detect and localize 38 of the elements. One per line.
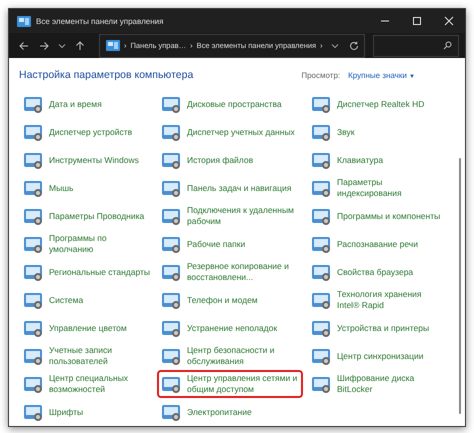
control-panel-item[interactable]: Параметры Проводника (19, 202, 153, 230)
control-panel-item[interactable]: Телефон и модем (157, 286, 303, 314)
control-panel-item[interactable]: Рабочие папки (157, 230, 303, 258)
control-panel-item[interactable]: Мышь (19, 174, 153, 202)
control-panel-item[interactable]: Диспетчер Realtek HD (307, 90, 447, 118)
window-title: Все элементы панели управления (36, 16, 164, 26)
control-panel-item[interactable]: Программы и компоненты (307, 202, 447, 230)
control-panel-item[interactable]: Параметры индексирования (307, 174, 447, 202)
control-panel-item[interactable]: Дата и время (19, 90, 153, 118)
control-panel-item[interactable]: Звук (307, 118, 447, 146)
control-panel-item[interactable]: Региональные стандарты (19, 258, 153, 286)
control-panel-item[interactable]: Резервное копирование и восстановлени... (157, 258, 303, 286)
control-panel-item[interactable]: Диспетчер устройств (19, 118, 153, 146)
control-panel-item[interactable]: История файлов (157, 146, 303, 174)
control-panel-item[interactable]: Подключения к удаленным рабочим (157, 202, 303, 230)
view-label: Просмотр: (301, 70, 340, 80)
control-panel-item[interactable]: Центр управления сетями и общим доступом (157, 370, 303, 398)
control-panel-item[interactable]: Устранение неполадок (157, 314, 303, 342)
control-panel-item[interactable]: Устройства и принтеры (307, 314, 447, 342)
control-panel-item[interactable]: Центр синхронизации (307, 342, 447, 370)
control-panel-item[interactable]: Шифрование диска BitLocker (307, 370, 447, 398)
control-panel-item[interactable]: Распознавание речи (307, 230, 447, 258)
control-panel-item[interactable]: Технология хранения Intel® Rapid (307, 286, 447, 314)
control-panel-item[interactable]: Панель задач и навигация (157, 174, 303, 202)
control-panel-item[interactable]: Центр специальных возможностей (19, 370, 153, 398)
control-panel-item[interactable]: Диспетчер учетных данных (157, 118, 303, 146)
control-panel-item[interactable]: Центр безопасности и обслуживания (157, 342, 303, 370)
control-panel-item[interactable]: Система (19, 286, 153, 314)
page-heading: Настройка параметров компьютера (19, 69, 194, 81)
control-panel-item[interactable]: Свойства браузера (307, 258, 447, 286)
control-panel-item[interactable]: Электропитание (157, 398, 303, 426)
control-panel-item[interactable]: Дисковые пространства (157, 90, 303, 118)
control-panel-item[interactable]: Шрифты (19, 398, 153, 426)
control-panel-item[interactable]: Клавиатура (307, 146, 447, 174)
control-panel-item[interactable]: Программы по умолчанию (19, 230, 153, 258)
control-panel-item[interactable]: Учетные записи пользователей (19, 342, 153, 370)
control-panel-item[interactable]: Инструменты Windows (19, 146, 153, 174)
control-panel-item[interactable]: Управление цветом (19, 314, 153, 342)
